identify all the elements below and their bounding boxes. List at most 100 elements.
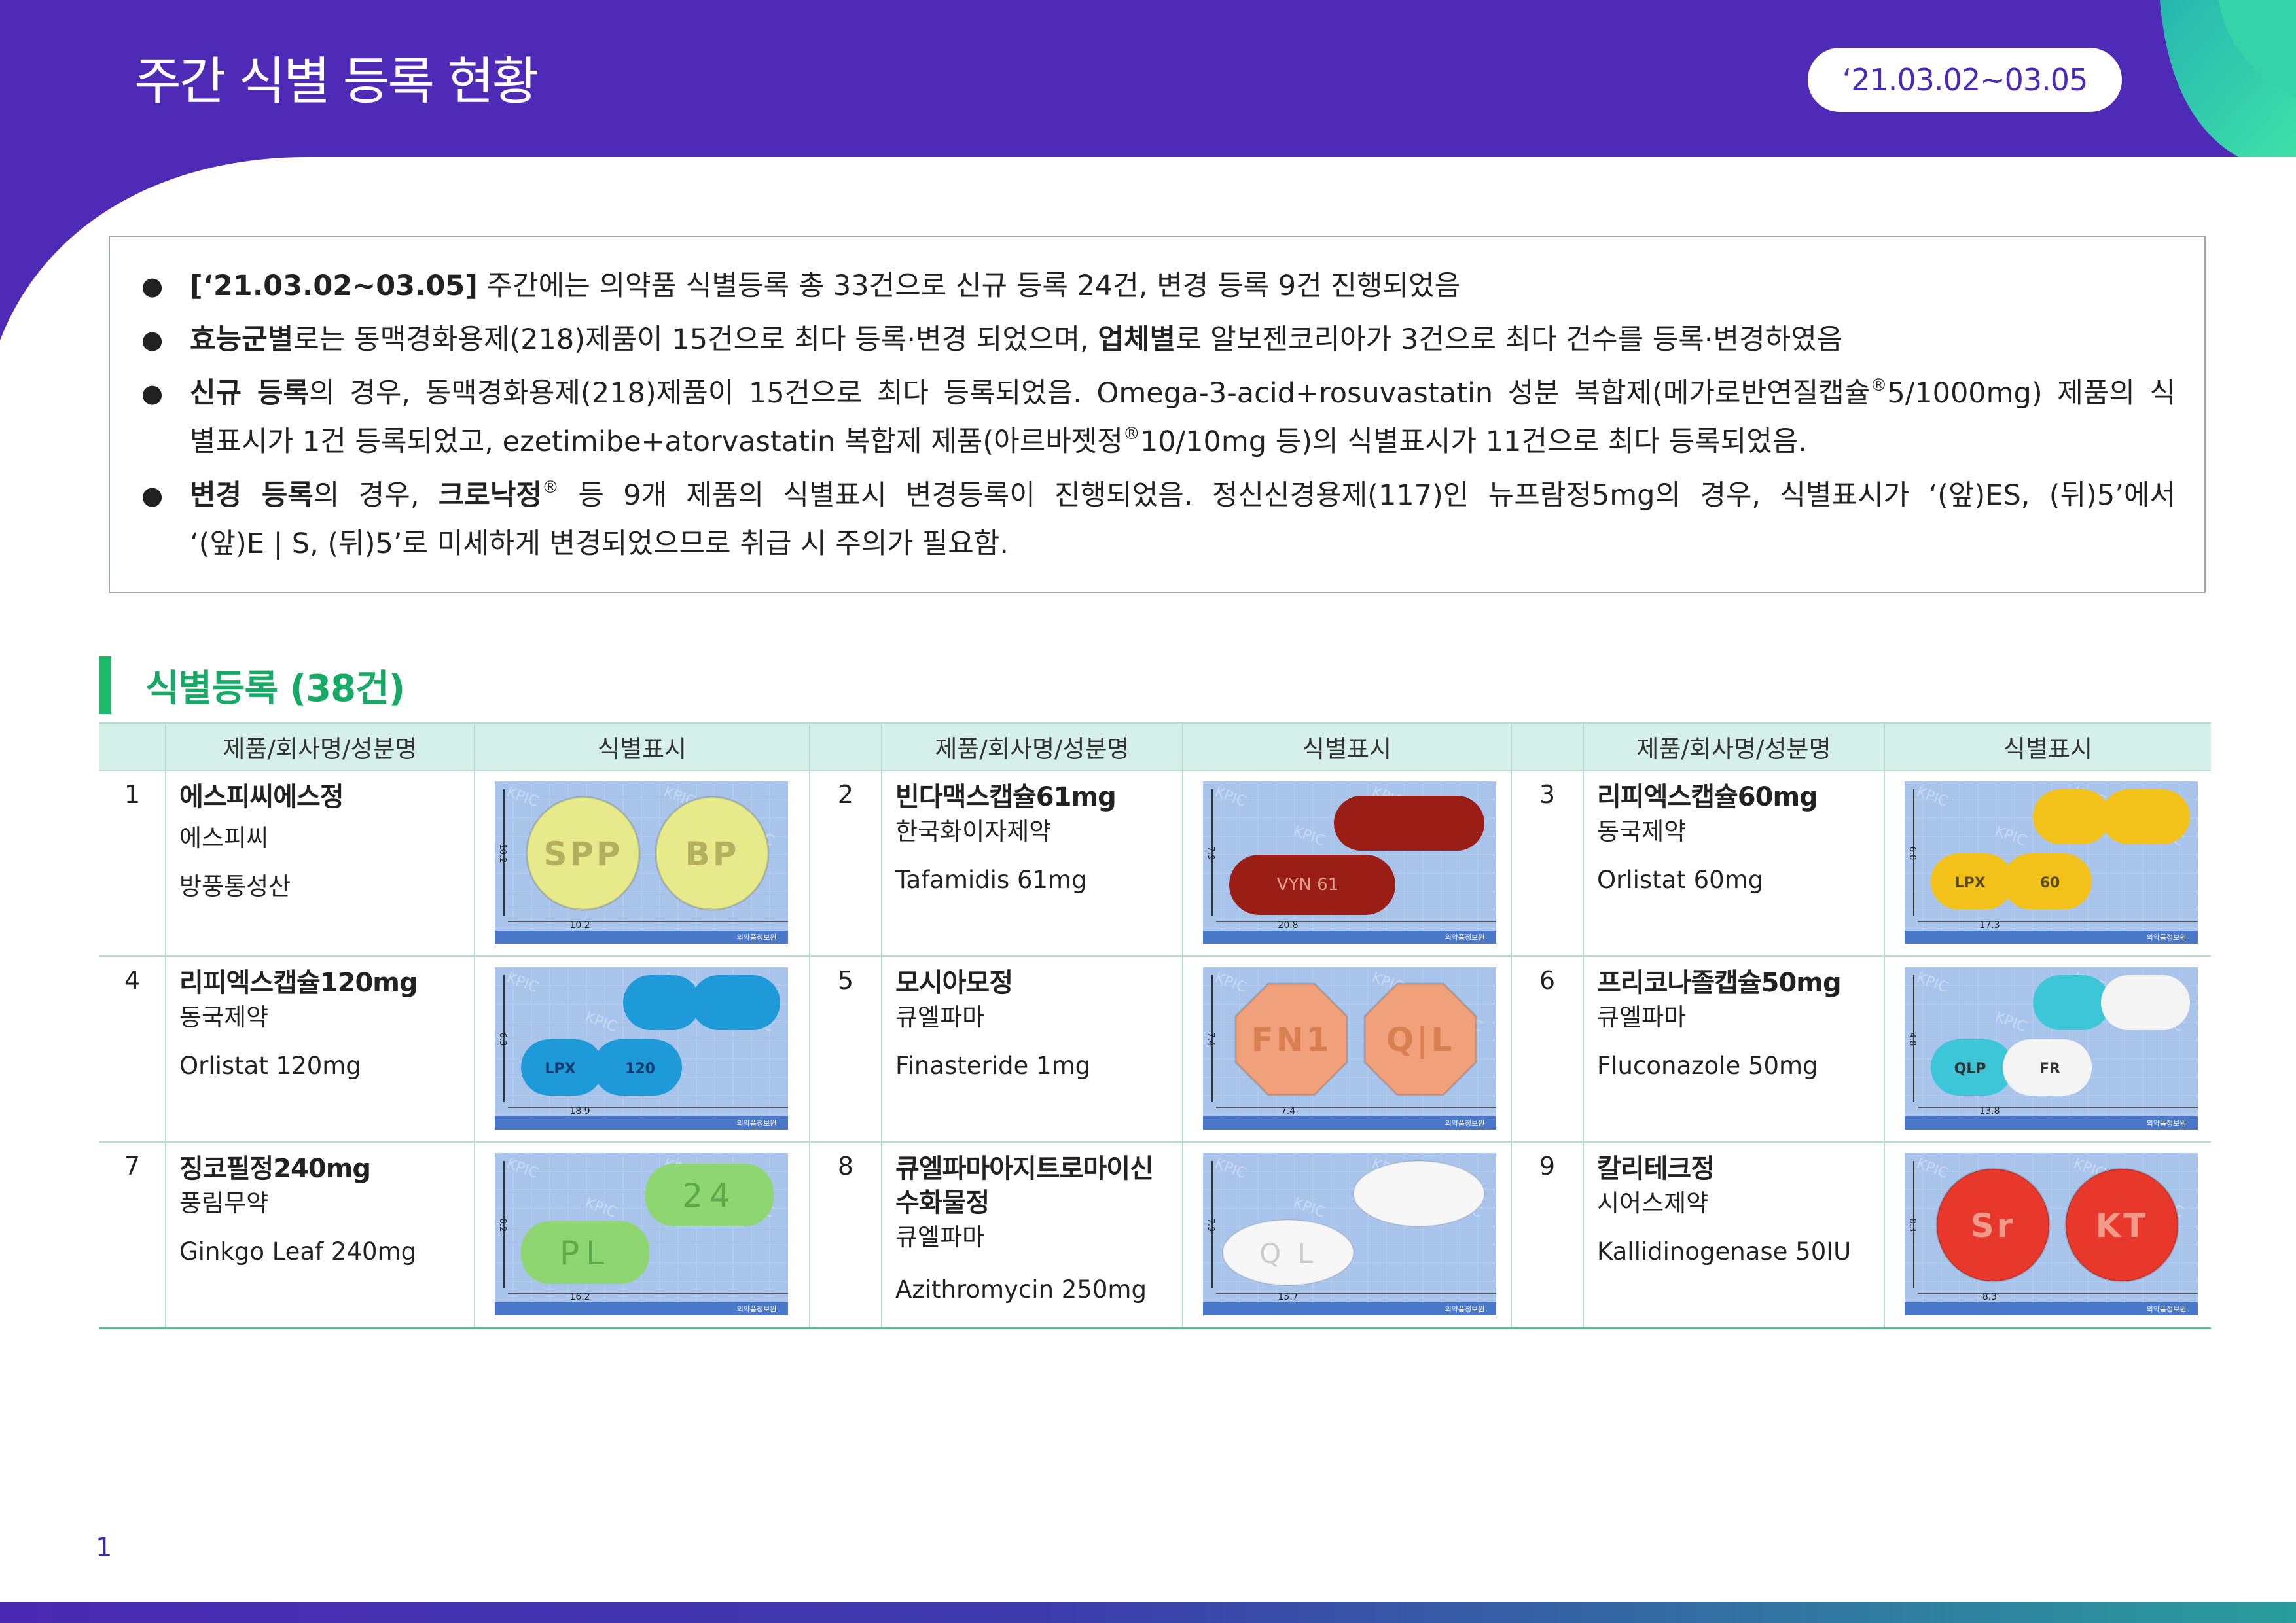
pill-height-label: 7.9	[1206, 1219, 1215, 1232]
ingredient-name: Fluconazole 50mg	[1597, 1052, 1818, 1080]
product-info-cell: 프리코나졸캡슐50mg 큐엘파마 Fluconazole 50mg	[1583, 955, 1885, 1143]
svg-text:LPX: LPX	[1954, 875, 1985, 891]
product-name: 칼리테크정	[1597, 1154, 1715, 1184]
date-range-badge: ‘21.03.02~03.05	[1808, 48, 2122, 112]
product-name: 리피엑스캡슐60mg	[1597, 782, 1818, 812]
svg-text:KT: KT	[2096, 1207, 2149, 1245]
summary-box: ● [‘21.03.02~03.05] 주간에는 의약품 식별등록 총 33건으…	[109, 236, 2206, 593]
table-row: 4리피엑스캡슐120mg동국제약Orlistat 120mgKPICKPICKP…	[99, 955, 2211, 1143]
product-info-cell: 에스피씨에스정에스피씨방풍통성산	[165, 770, 475, 957]
pill-width-label: 7.4	[1281, 1106, 1295, 1116]
item-number: 8	[809, 1141, 882, 1329]
bullet-icon: ●	[141, 272, 164, 300]
svg-text:의약품정보원: 의약품정보원	[737, 1304, 777, 1313]
marking-image-cell: KPICKPICKPICKPIC10.210.2의약품정보원SPPBP	[474, 770, 810, 957]
svg-text:QLP: QLP	[1954, 1061, 1986, 1077]
table-row: 1에스피씨에스정에스피씨방풍통성산KPICKPICKPICKPIC10.210.…	[99, 770, 2211, 957]
marking-image-cell: KPICKPICKPICKPIC4.813.8의약품정보원QLPFR	[1884, 955, 2211, 1143]
svg-text:의약품정보원: 의약품정보원	[1445, 1304, 1485, 1313]
bullet-icon: ●	[141, 481, 164, 510]
registered-mark: ®	[1122, 424, 1140, 444]
page-number: 1	[96, 1533, 113, 1563]
svg-text:FN1: FN1	[1251, 1021, 1332, 1059]
column-header-product: 제품/회사명/성분명	[1583, 722, 1885, 770]
product-info-cell: 빈다맥스캡슐61mg 한국화이자제약 Tafamidis 61mg	[881, 770, 1183, 957]
summary-text: 별표시가 1건 등록되었고, ezetimibe+atorvastatin 복합…	[190, 425, 1123, 458]
pill-height-label: 6.3	[497, 1033, 507, 1046]
summary-text: 10/10mg 등)의 식별표시가 11건으로 최다 등록되었음.	[1139, 425, 1808, 458]
summary-keyword: 변경 등록	[190, 479, 314, 512]
marking-image-cell: KPICKPICKPICKPIC6.017.3의약품정보원LPX60	[1884, 770, 2211, 957]
product-name: 리피엑스캡슐120mg	[179, 968, 418, 998]
pill-width-label: 10.2	[569, 920, 590, 931]
marking-image-cell: KPICKPICKPICKPIC7.47.4의약품정보원FN1Q|L	[1182, 955, 1512, 1143]
svg-text:VYN 61: VYN 61	[1277, 875, 1338, 895]
marking-image-cell: KPICKPICKPICKPIC7.920.8의약품정보원VYN 61	[1182, 770, 1512, 957]
pill-height-label: 8.3	[1907, 1219, 1917, 1232]
pill-image: KPICKPICKPICKPIC7.47.4의약품정보원FN1Q|L	[1203, 967, 1496, 1130]
item-number: 2	[809, 770, 882, 957]
summary-text: ‘(앞)E | S, (뒤)5’로 미세하게 변경되었으므로 취급 시 주의가 …	[190, 527, 1009, 560]
registered-mark: ®	[1870, 376, 1888, 395]
summary-text: 로 알보젠코리아가 3건으로 최다 건수를 등록·변경하였음	[1175, 323, 1843, 356]
pill-height-label: 8.2	[497, 1219, 507, 1232]
svg-text:FR: FR	[2039, 1061, 2060, 1077]
table-header-row: 제품/회사명/성분명 식별표시 제품/회사명/성분명 식별표시 제품/회사명/성…	[99, 722, 2211, 770]
summary-keyword: 크로낙정	[438, 479, 543, 512]
pill-image: KPICKPICKPICKPIC4.813.8의약품정보원QLPFR	[1905, 967, 2198, 1130]
svg-text:의약품정보원: 의약품정보원	[2147, 933, 2187, 942]
bullet-icon: ●	[141, 379, 164, 408]
product-info-cell: 모시아모정 큐엘파마 Finasteride 1mg	[881, 955, 1183, 1143]
summary-keyword: 신규 등록	[190, 377, 310, 410]
pill-height-label: 4.8	[1907, 1033, 1917, 1046]
product-name-line: 큐엘파마아지트로마이신	[895, 1154, 1154, 1184]
svg-text:Sr: Sr	[1971, 1207, 2016, 1245]
company-name: 에스피씨	[179, 824, 269, 852]
column-header-product: 제품/회사명/성분명	[165, 722, 475, 770]
summary-text: 의 경우,	[313, 479, 439, 512]
section-accent-bar	[99, 656, 111, 714]
ingredient-name: Ginkgo Leaf 240mg	[179, 1238, 417, 1266]
svg-text:PL: PL	[560, 1234, 611, 1272]
ingredient-name: Orlistat 120mg	[179, 1052, 361, 1080]
svg-text:120: 120	[625, 1061, 655, 1077]
ingredient-name: Tafamidis 61mg	[895, 866, 1087, 894]
summary-text: 의 경우, 동맥경화용제(218)제품이 15건으로 최다 등록되었음. Ome…	[309, 377, 1871, 410]
summary-period: [‘21.03.02~03.05]	[190, 270, 478, 302]
svg-text:의약품정보원: 의약품정보원	[1445, 933, 1485, 942]
item-number: 7	[99, 1141, 166, 1329]
svg-text:의약품정보원: 의약품정보원	[1445, 1118, 1485, 1128]
ingredient-name: Kallidinogenase 50IU	[1597, 1238, 1852, 1266]
svg-text:LPX: LPX	[545, 1061, 575, 1077]
item-number: 3	[1511, 770, 1584, 957]
product-name: 프리코나졸캡슐50mg	[1597, 968, 1842, 998]
svg-text:의약품정보원: 의약품정보원	[2147, 1304, 2187, 1313]
table-row: 7징코필정240mg풍림무약Ginkgo Leaf 240mgKPICKPICK…	[99, 1141, 2211, 1329]
item-number: 1	[99, 770, 166, 957]
page-title: 주간 식별 등록 현황	[134, 52, 539, 111]
ingredient-name: 방풍통성산	[179, 872, 291, 901]
pill-width-label: 13.8	[1979, 1106, 2000, 1116]
product-info-cell: 징코필정240mg 풍림무약 Ginkgo Leaf 240mg	[165, 1141, 475, 1329]
svg-text:BP: BP	[685, 835, 740, 873]
product-info-cell: 리피엑스캡슐120mg 동국제약 Orlistat 120mg	[165, 955, 475, 1143]
column-header-number	[1511, 722, 1584, 770]
pill-width-label: 15.7	[1278, 1292, 1298, 1302]
column-header-marking: 식별표시	[1182, 722, 1512, 770]
pill-image: KPICKPICKPICKPIC7.915.7의약품정보원Q L	[1203, 1153, 1496, 1315]
registered-mark: ®	[542, 478, 560, 497]
svg-text:Q L: Q L	[1259, 1238, 1317, 1270]
product-info-cell: 리피엑스캡슐60mg 동국제약 Orlistat 60mg	[1583, 770, 1885, 957]
ingredient-name: Azithromycin 250mg	[895, 1275, 1147, 1304]
item-number: 9	[1511, 1141, 1584, 1329]
company-name: 시어스제약	[1597, 1189, 1709, 1217]
marking-image-cell: KPICKPICKPICKPIC8.38.3의약품정보원SrKT	[1884, 1141, 2211, 1329]
product-name-line: 수화물정	[895, 1188, 990, 1218]
column-header-product: 제품/회사명/성분명	[881, 722, 1183, 770]
pill-width-label: 16.2	[569, 1292, 590, 1302]
column-header-number	[809, 722, 882, 770]
product-info-cell: 큐엘파마아지트로마이신 수화물정 큐엘파마 Azithromycin 250mg	[881, 1141, 1183, 1329]
pill-image: KPICKPICKPICKPIC8.38.3의약품정보원SrKT	[1905, 1153, 2198, 1315]
pill-image: KPICKPICKPICKPIC8.216.2의약품정보원24PL	[495, 1153, 788, 1315]
product-name: 에스피씨에스정	[179, 782, 344, 812]
